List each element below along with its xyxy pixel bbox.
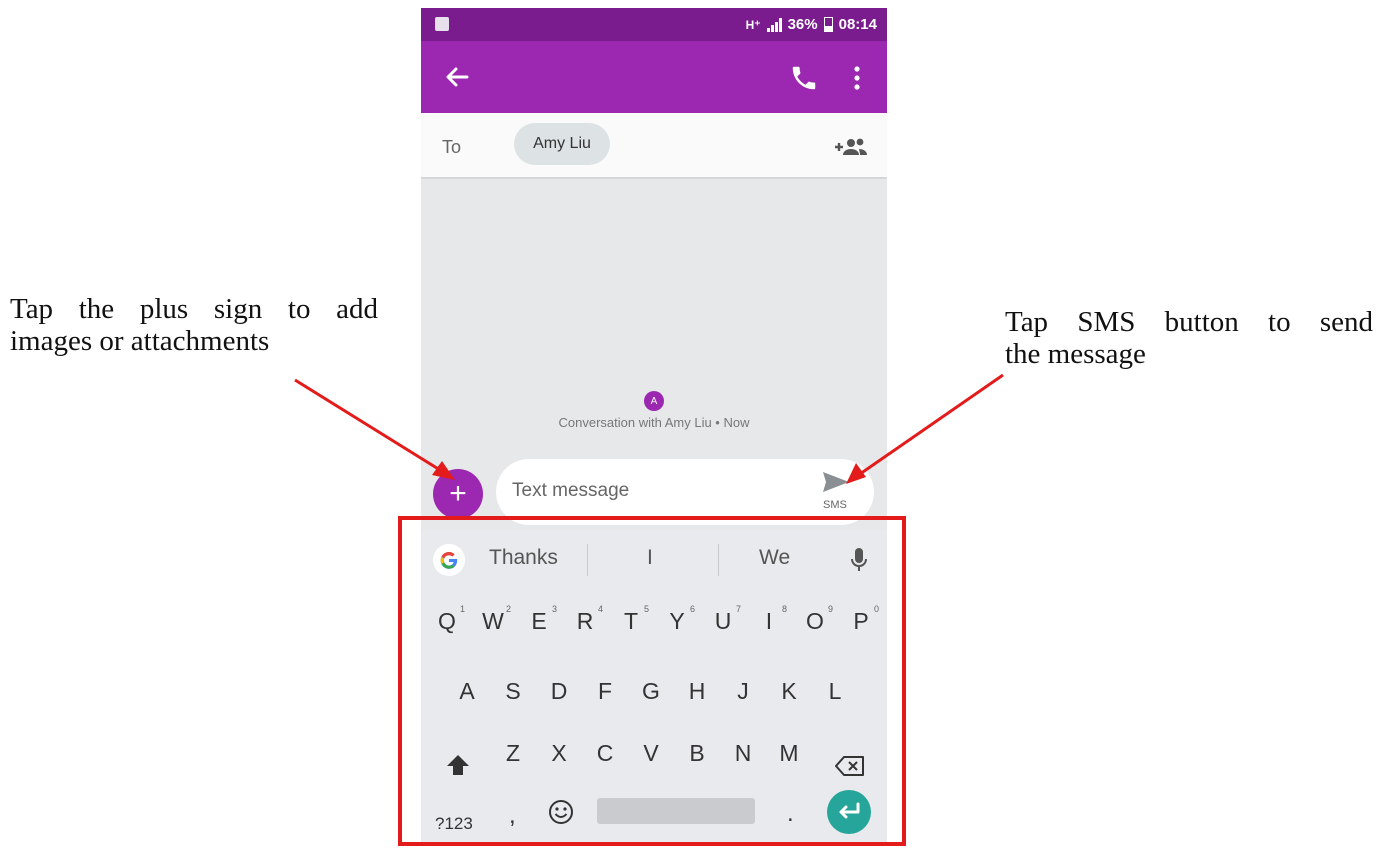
annotation-sms-line2: the message: [1005, 338, 1146, 370]
annotation-plus-line1: Tap the plus sign to add: [10, 293, 378, 325]
enter-button[interactable]: [827, 790, 871, 834]
compose-field[interactable]: Text message SMS: [496, 459, 874, 525]
key-g[interactable]: G: [629, 678, 673, 705]
app-bar: [421, 41, 887, 113]
key-k[interactable]: K: [767, 678, 811, 705]
symbols-key[interactable]: ?123: [435, 814, 473, 834]
image-notification-icon: [435, 17, 449, 31]
key-a[interactable]: A: [445, 678, 489, 705]
key-i[interactable]: I8: [747, 604, 791, 635]
key-u[interactable]: U7: [701, 604, 745, 635]
mic-icon[interactable]: [851, 547, 867, 573]
add-group-icon[interactable]: [833, 135, 869, 159]
suggestion-2[interactable]: I: [647, 546, 653, 570]
key-q[interactable]: Q1: [425, 604, 469, 635]
status-right: H⁺ 36% 08:14: [746, 16, 877, 33]
recipient-row: To Amy Liu: [421, 113, 887, 179]
key-p[interactable]: P0: [839, 604, 883, 635]
contact-avatar: A: [644, 391, 664, 411]
arrow-to-plus: [294, 378, 441, 472]
status-bar: H⁺ 36% 08:14: [421, 8, 887, 41]
battery-percent: 36%: [787, 16, 818, 33]
network-type: H⁺: [745, 17, 761, 32]
key-r[interactable]: R4: [563, 604, 607, 635]
key-y[interactable]: Y6: [655, 604, 699, 635]
status-time: 08:14: [838, 16, 877, 33]
key-c[interactable]: C: [583, 740, 627, 767]
enter-icon: [839, 802, 860, 819]
keyboard: Thanks I We Q1 W2 E3 R4 T5 Y6 U7 I8 O9 P…: [421, 530, 887, 844]
recipient-chip[interactable]: Amy Liu: [514, 123, 610, 165]
battery-icon: [823, 17, 833, 32]
key-t[interactable]: T5: [609, 604, 653, 635]
phone-screen: H⁺ 36% 08:14 To Amy Liu A Conversation w…: [421, 8, 887, 844]
google-icon[interactable]: [433, 544, 465, 576]
annotation-plus: Tap the plus sign to add images or attac…: [10, 293, 378, 357]
plus-icon: +: [449, 477, 467, 510]
key-d[interactable]: D: [537, 678, 581, 705]
space-bar[interactable]: [597, 798, 755, 824]
annotation-sms-line1: Tap SMS button to send: [1005, 306, 1373, 338]
annotation-sms: Tap SMS button to send the message: [1005, 306, 1373, 370]
suggestion-1[interactable]: Thanks: [489, 546, 558, 570]
comma-key[interactable]: ,: [509, 802, 516, 830]
back-arrow-icon[interactable]: [441, 61, 473, 93]
send-icon[interactable]: [821, 470, 851, 494]
key-x[interactable]: X: [537, 740, 581, 767]
key-l[interactable]: L: [813, 678, 857, 705]
backspace-icon[interactable]: [834, 755, 866, 777]
key-e[interactable]: E3: [517, 604, 561, 635]
key-b[interactable]: B: [675, 740, 719, 767]
key-w[interactable]: W2: [471, 604, 515, 635]
shift-icon[interactable]: [445, 752, 471, 778]
more-vert-icon[interactable]: [845, 63, 869, 93]
key-m[interactable]: M: [767, 740, 811, 767]
key-z[interactable]: Z: [491, 740, 535, 767]
to-label: To: [442, 137, 462, 157]
sms-send-label[interactable]: SMS: [823, 499, 847, 511]
key-j[interactable]: J: [721, 678, 765, 705]
key-n[interactable]: N: [721, 740, 765, 767]
suggestion-3[interactable]: We: [759, 546, 790, 570]
key-o[interactable]: O9: [793, 604, 837, 635]
key-v[interactable]: V: [629, 740, 673, 767]
suggestion-divider: [718, 544, 719, 576]
annotation-plus-line2: images or attachments: [10, 325, 270, 357]
key-f[interactable]: F: [583, 678, 627, 705]
emoji-icon[interactable]: [547, 798, 575, 826]
attach-button[interactable]: +: [433, 469, 483, 519]
message-input[interactable]: Text message: [512, 480, 629, 502]
period-key[interactable]: .: [787, 800, 794, 828]
suggestion-strip: Thanks I We: [421, 530, 887, 590]
conversation-info: Conversation with Amy Liu • Now: [558, 415, 750, 430]
suggestion-divider: [587, 544, 588, 576]
key-h[interactable]: H: [675, 678, 719, 705]
phone-icon[interactable]: [789, 63, 819, 93]
key-s[interactable]: S: [491, 678, 535, 705]
signal-icon: [766, 17, 782, 32]
